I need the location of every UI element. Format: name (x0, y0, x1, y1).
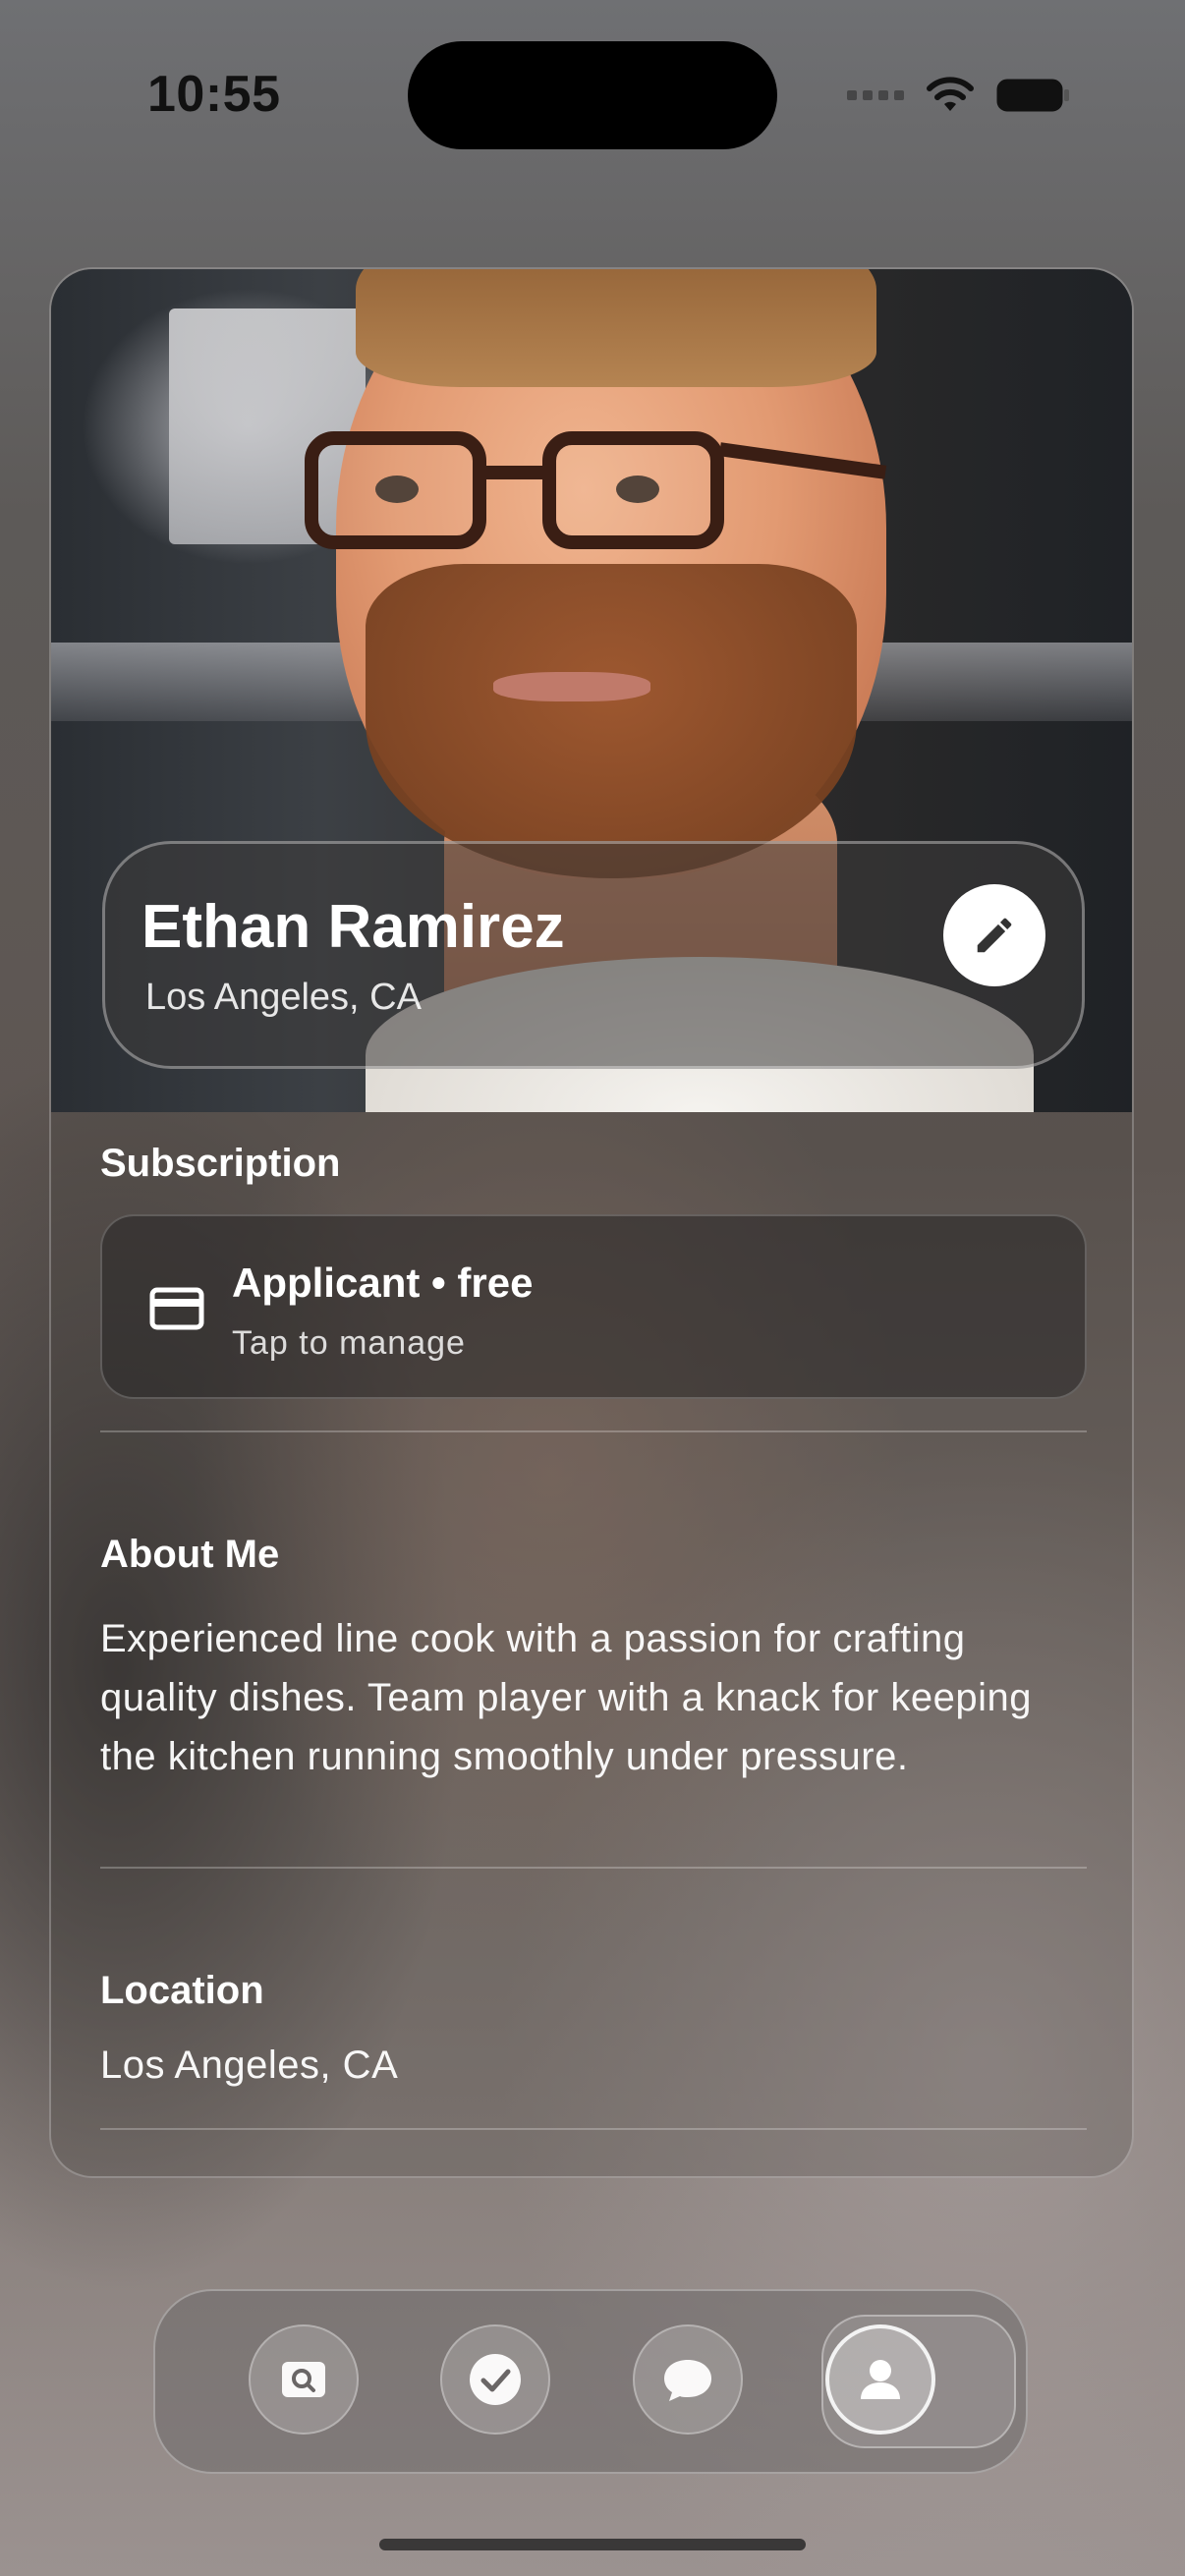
subscription-manage-row[interactable] (100, 1214, 1087, 1399)
home-indicator (379, 2539, 806, 2550)
location-heading: Location (100, 1969, 264, 2012)
cellular-signal-icon (847, 90, 904, 100)
profile-card: Ethan Ramirez Los Angeles, CA Subscripti… (49, 267, 1134, 2178)
person-icon (861, 2360, 900, 2399)
tab-messages[interactable] (633, 2324, 743, 2435)
profile-name: Ethan Ramirez (141, 893, 565, 961)
location-value: Los Angeles, CA (100, 2044, 399, 2087)
profile-location: Los Angeles, CA (145, 977, 422, 1018)
status-time: 10:55 (147, 66, 281, 123)
subscription-plan: Applicant • free (232, 1260, 534, 1306)
checkmark-icon (470, 2354, 521, 2405)
tab-search[interactable] (249, 2324, 359, 2435)
search-icon (282, 2362, 325, 2397)
divider (100, 1430, 1087, 1432)
dynamic-island (408, 41, 777, 149)
about-text: Experienced line cook with a passion for… (100, 1617, 1032, 1778)
divider (100, 1867, 1087, 1869)
subscription-heading: Subscription (100, 1142, 341, 1185)
subscription-hint: Tap to manage (232, 1324, 466, 1362)
status-indicators (847, 71, 1071, 120)
about-heading: About Me (100, 1533, 280, 1576)
tab-profile[interactable] (825, 2324, 935, 2435)
wifi-icon (927, 77, 974, 111)
credit-card-icon (149, 1287, 204, 1330)
pencil-icon (977, 918, 1012, 953)
chat-bubble-icon (664, 2360, 711, 2401)
tab-tasks[interactable] (440, 2324, 550, 2435)
edit-profile-button[interactable] (943, 884, 1045, 986)
divider (100, 2128, 1087, 2130)
battery-icon (996, 79, 1069, 112)
